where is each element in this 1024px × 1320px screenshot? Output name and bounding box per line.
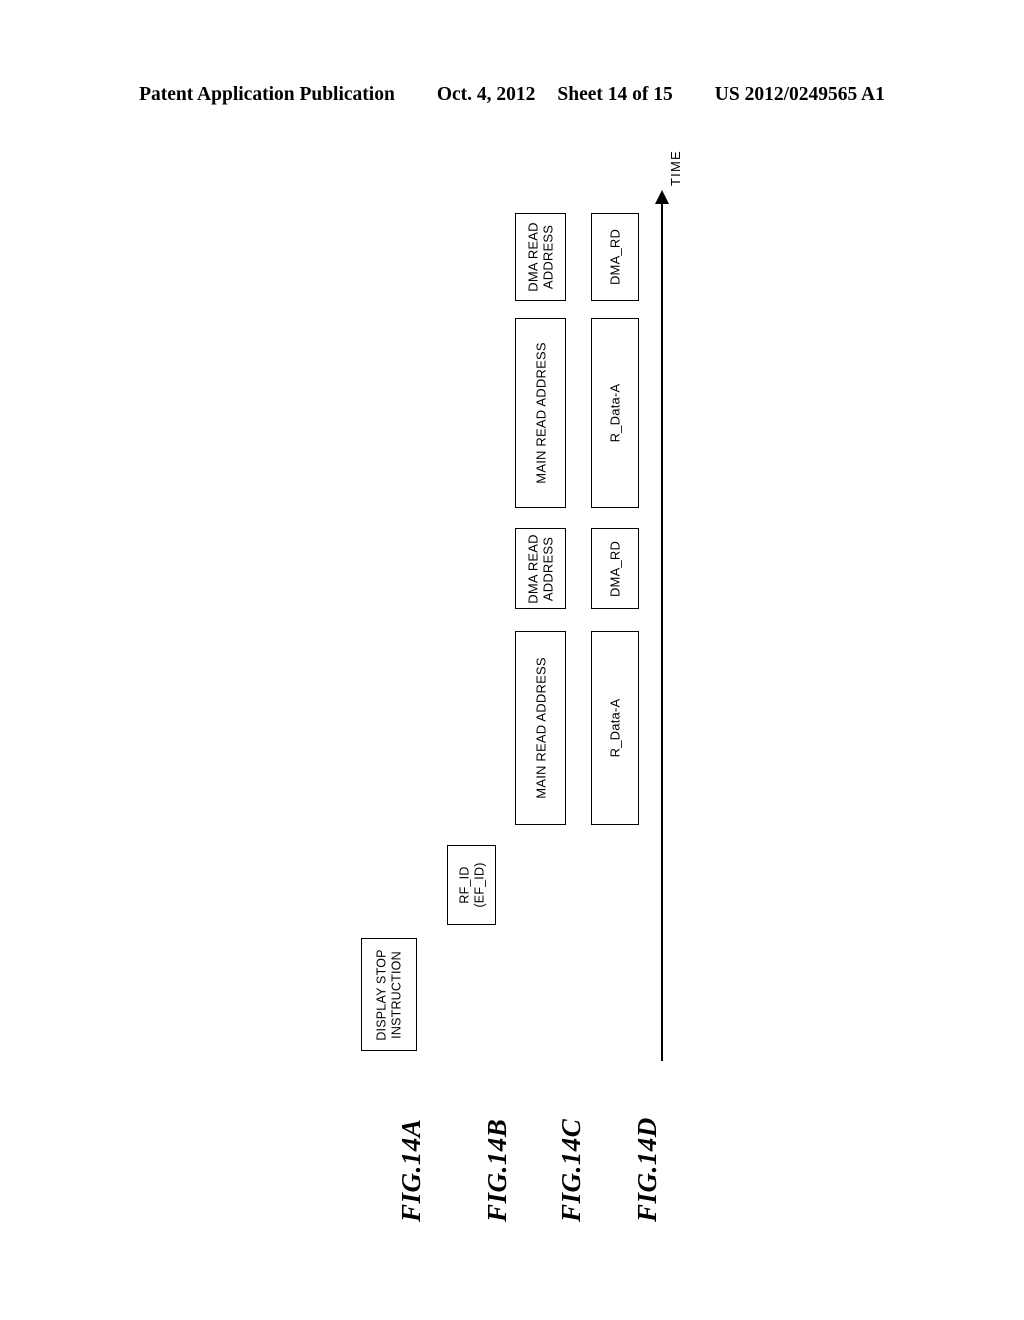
patent-figure-page: Patent Application Publication Oct. 4, 2… <box>0 0 1024 1320</box>
box-dma-read-address-2: DMA READ ADDRESS <box>515 213 566 301</box>
box-line-1: DISPLAY STOP <box>374 948 389 1041</box>
box-line-2: ADDRESS <box>540 536 556 601</box>
box-line-1: R_Data-A <box>607 698 623 758</box>
box-dma-rd-1: DMA_RD <box>591 528 639 609</box>
box-dma-rd-2: DMA_RD <box>591 213 639 301</box>
time-axis-label: TIME <box>668 150 683 186</box>
box-line-2: INSTRUCTION <box>389 950 403 1039</box>
box-line-1: RF_ID <box>456 866 471 904</box>
box-dma-rd-2-text: DMA_RD <box>607 229 622 285</box>
box-line-2: ADDRESS <box>540 224 556 290</box>
page-header: Patent Application Publication Oct. 4, 2… <box>0 84 1024 114</box>
box-line-1: DMA READ <box>525 222 541 292</box>
box-r-data-a-2: R_Data-A <box>591 318 639 508</box>
box-r-data-a-2-text: R_Data-A <box>607 384 622 443</box>
time-axis-arrowhead-icon <box>655 190 669 204</box>
figure-label-14a: FIG.14A <box>396 1118 426 1222</box>
header-sheet-number: Sheet 14 of 15 <box>557 84 673 105</box>
box-line-1: MAIN READ ADDRESS <box>532 342 548 484</box>
box-line-2: (EF_ID) <box>471 862 486 908</box>
box-line-1: DMA READ <box>525 533 541 604</box>
box-main-read-address-2: MAIN READ ADDRESS <box>515 318 566 508</box>
box-rf-id: RF_ID (EF_ID) <box>447 845 496 925</box>
box-dma-rd-1-text: DMA_RD <box>607 540 622 596</box>
box-display-stop-instruction: DISPLAY STOP INSTRUCTION <box>361 938 417 1051</box>
box-main-read-address-2-text: MAIN READ ADDRESS <box>533 342 548 483</box>
box-r-data-a-1-text: R_Data-A <box>607 699 622 758</box>
box-r-data-a-1: R_Data-A <box>591 631 639 825</box>
box-line-1: MAIN READ ADDRESS <box>532 657 548 799</box>
box-display-stop-instruction-text: DISPLAY STOP INSTRUCTION <box>374 949 404 1040</box>
box-line-1: DMA_RD <box>607 228 623 286</box>
box-line-1: R_Data-A <box>607 383 623 443</box>
time-axis-line <box>661 203 663 1061</box>
box-main-read-address-1: MAIN READ ADDRESS <box>515 631 566 825</box>
box-dma-read-address-1: DMA READ ADDRESS <box>515 528 566 609</box>
header-patent-number: US 2012/0249565 A1 <box>714 84 885 105</box>
box-dma-read-address-1-text: DMA READ ADDRESS <box>525 534 556 604</box>
figure-label-14b: FIG.14B <box>482 1118 512 1222</box>
box-line-1: DMA_RD <box>607 540 623 597</box>
box-main-read-address-1-text: MAIN READ ADDRESS <box>533 657 548 798</box>
header-publication-date: Oct. 4, 2012 <box>436 84 536 105</box>
box-dma-read-address-2-text: DMA READ ADDRESS <box>525 222 556 292</box>
figure-label-14d: FIG.14D <box>632 1117 662 1222</box>
box-rf-id-text: RF_ID (EF_ID) <box>457 862 487 907</box>
figure-label-14c: FIG.14C <box>556 1118 586 1222</box>
header-publication-title: Patent Application Publication <box>139 84 395 105</box>
